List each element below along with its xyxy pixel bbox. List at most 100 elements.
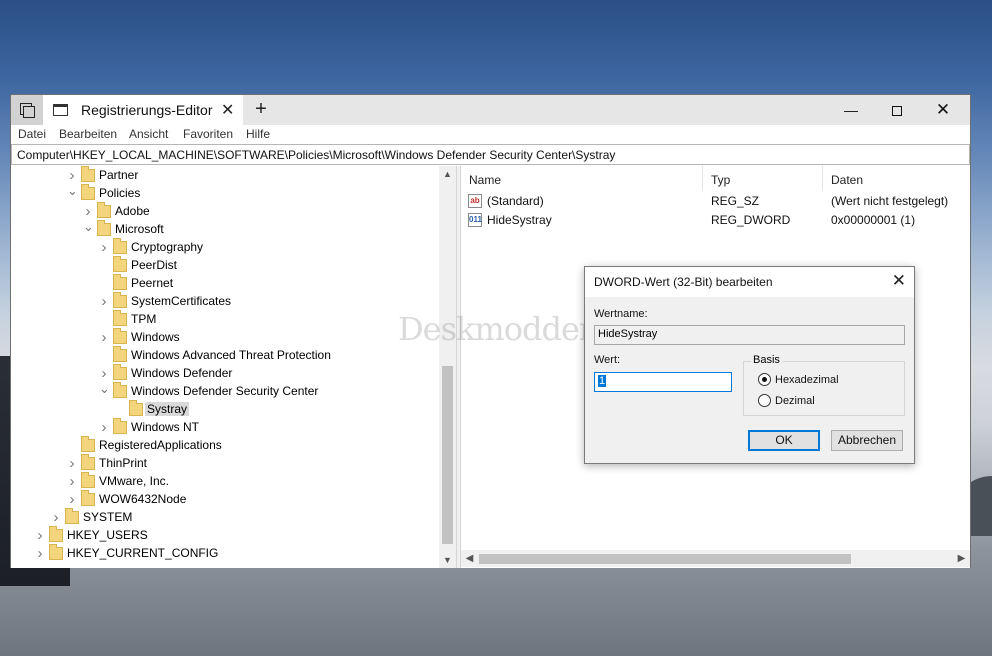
scroll-thumb[interactable] — [479, 554, 851, 564]
maximize-button[interactable] — [874, 95, 920, 125]
tree-item[interactable]: Systray — [11, 400, 439, 419]
chevron-down-icon[interactable]: ⌄ — [99, 382, 110, 396]
menu-datei[interactable]: Datei — [18, 127, 46, 141]
value-name-field[interactable]: HideSystray — [594, 325, 905, 345]
folder-icon — [81, 490, 95, 506]
chevron-right-icon[interactable]: › — [35, 528, 45, 543]
radio-decimal-label[interactable]: Dezimal — [775, 395, 815, 407]
tree-item[interactable]: › SYSTEM — [11, 508, 439, 527]
column-header-type[interactable]: Typ — [703, 166, 823, 190]
tab-close-icon[interactable]: ✕ — [221, 100, 234, 120]
ok-button[interactable]: OK — [748, 430, 820, 451]
menu-favoriten[interactable]: Favoriten — [183, 127, 233, 141]
value-name: HideSystray — [487, 213, 552, 227]
tree-item-label: Microsoft — [115, 222, 164, 236]
tree-item[interactable]: › VMware, Inc. — [11, 472, 439, 491]
tree-pane: › Partner ⌄ Policies › Adobe ⌄ Microsoft › Crypto… — [11, 166, 456, 568]
radio-hexadecimal[interactable] — [758, 373, 771, 386]
scroll-thumb[interactable] — [442, 366, 453, 544]
dialog-title: DWORD-Wert (32-Bit) bearbeiten — [594, 275, 773, 289]
chevron-right-icon[interactable]: › — [99, 330, 109, 345]
tree-item-label: HKEY_CURRENT_CONFIG — [67, 546, 219, 560]
task-view-icon[interactable] — [11, 95, 43, 125]
value-data-label: Wert: — [594, 354, 621, 366]
chevron-right-icon[interactable]: › — [99, 294, 109, 309]
folder-icon — [113, 274, 127, 290]
dialog-close-icon[interactable]: ✕ — [892, 271, 906, 291]
chevron-right-icon[interactable]: › — [83, 204, 93, 219]
menu-hilfe[interactable]: Hilfe — [246, 127, 270, 141]
column-header-name[interactable]: Name — [461, 166, 703, 190]
scroll-left-icon[interactable]: ◀ — [461, 550, 478, 567]
value-row[interactable]: ab (Standard) REG_SZ (Wert nicht festgel… — [461, 192, 970, 211]
chevron-right-icon[interactable]: › — [99, 366, 109, 381]
tree-item[interactable]: ⌄ Microsoft — [11, 220, 439, 239]
close-button[interactable]: ✕ — [920, 95, 966, 125]
radio-hexadecimal-label[interactable]: Hexadezimal — [775, 374, 839, 386]
new-tab-button[interactable]: + — [251, 98, 271, 121]
app-window-icon — [53, 104, 68, 116]
tab-registry-editor[interactable]: Registrierungs-Editor ✕ — [43, 95, 243, 125]
chevron-down-icon[interactable]: ⌄ — [67, 184, 78, 198]
tree-item[interactable]: › SystemCertificates — [11, 292, 439, 311]
column-header-data[interactable]: Daten — [823, 166, 970, 190]
dialog-title-bar: DWORD-Wert (32-Bit) bearbeiten ✕ — [585, 267, 914, 297]
tree-item[interactable]: Windows Advanced Threat Protection — [11, 346, 439, 365]
folder-icon — [113, 310, 127, 326]
value-data-text: 1 — [598, 375, 607, 387]
list-horizontal-scrollbar[interactable]: ◀ ▶ — [461, 550, 970, 567]
value-name-label: Wertname: — [594, 308, 648, 320]
tree-item[interactable]: › Windows NT — [11, 418, 439, 437]
cancel-button[interactable]: Abbrechen — [831, 430, 903, 451]
chevron-right-icon[interactable]: › — [99, 420, 109, 435]
address-bar[interactable]: Computer\HKEY_LOCAL_MACHINE\SOFTWARE\Pol… — [11, 144, 970, 165]
tree-item-label: Windows Defender Security Center — [131, 384, 319, 398]
tree-item-label: Windows Defender — [131, 366, 233, 380]
tree-item[interactable]: › ThinPrint — [11, 454, 439, 473]
chevron-right-icon[interactable]: › — [67, 456, 77, 471]
tree-item[interactable]: Peernet — [11, 274, 439, 293]
chevron-right-icon[interactable]: › — [35, 546, 45, 561]
tree-item[interactable]: › HKEY_USERS — [11, 526, 439, 545]
folder-icon — [81, 166, 95, 182]
tree-item[interactable]: › Adobe — [11, 202, 439, 221]
chevron-right-icon[interactable]: › — [51, 510, 61, 525]
tree-item[interactable]: TPM — [11, 310, 439, 329]
tree-item[interactable]: › Cryptography — [11, 238, 439, 257]
tree-item[interactable]: › Windows Defender — [11, 364, 439, 383]
scroll-up-icon[interactable]: ▲ — [439, 166, 456, 182]
menu-bearbeiten[interactable]: Bearbeiten — [59, 127, 117, 141]
radio-decimal[interactable] — [758, 394, 771, 407]
chevron-down-icon[interactable]: ⌄ — [83, 220, 94, 234]
chevron-right-icon[interactable]: › — [99, 240, 109, 255]
tree-item[interactable]: ⌄ Policies — [11, 184, 439, 203]
tree-item-label: Cryptography — [131, 240, 204, 254]
tree-item[interactable]: › Windows — [11, 328, 439, 347]
value-data-input[interactable]: 1 — [594, 372, 732, 392]
tree-item-label: Partner — [99, 168, 139, 182]
chevron-right-icon[interactable]: › — [67, 168, 77, 183]
scroll-down-icon[interactable]: ▼ — [439, 552, 456, 568]
tree-item[interactable]: PeerDist — [11, 256, 439, 275]
tree-item[interactable]: › HKEY_CURRENT_CONFIG — [11, 544, 439, 563]
menu-ansicht[interactable]: Ansicht — [129, 127, 168, 141]
minimize-button[interactable]: — — [828, 95, 874, 125]
folder-icon — [65, 508, 79, 524]
folder-icon — [49, 526, 63, 542]
tree-item[interactable]: › WOW6432Node — [11, 490, 439, 509]
tree-item[interactable]: RegisteredApplications — [11, 436, 439, 455]
tree-item[interactable]: ⌄ Windows Defender Security Center — [11, 382, 439, 401]
value-row[interactable]: 011 HideSystray REG_DWORD 0x00000001 (1) — [461, 211, 970, 230]
menu-bar: Datei Bearbeiten Ansicht Favoriten Hilfe — [11, 125, 970, 144]
chevron-right-icon[interactable]: › — [67, 492, 77, 507]
string-value-icon: ab — [468, 194, 482, 208]
chevron-right-icon[interactable]: › — [67, 474, 77, 489]
folder-icon — [81, 472, 95, 488]
tree-vertical-scrollbar[interactable]: ▲ ▼ — [439, 166, 456, 568]
tree-item-label: Windows Advanced Threat Protection — [131, 348, 331, 362]
tree-item-label: VMware, Inc. — [99, 474, 170, 488]
scroll-right-icon[interactable]: ▶ — [953, 550, 970, 567]
tree-item-label: ThinPrint — [99, 456, 148, 470]
